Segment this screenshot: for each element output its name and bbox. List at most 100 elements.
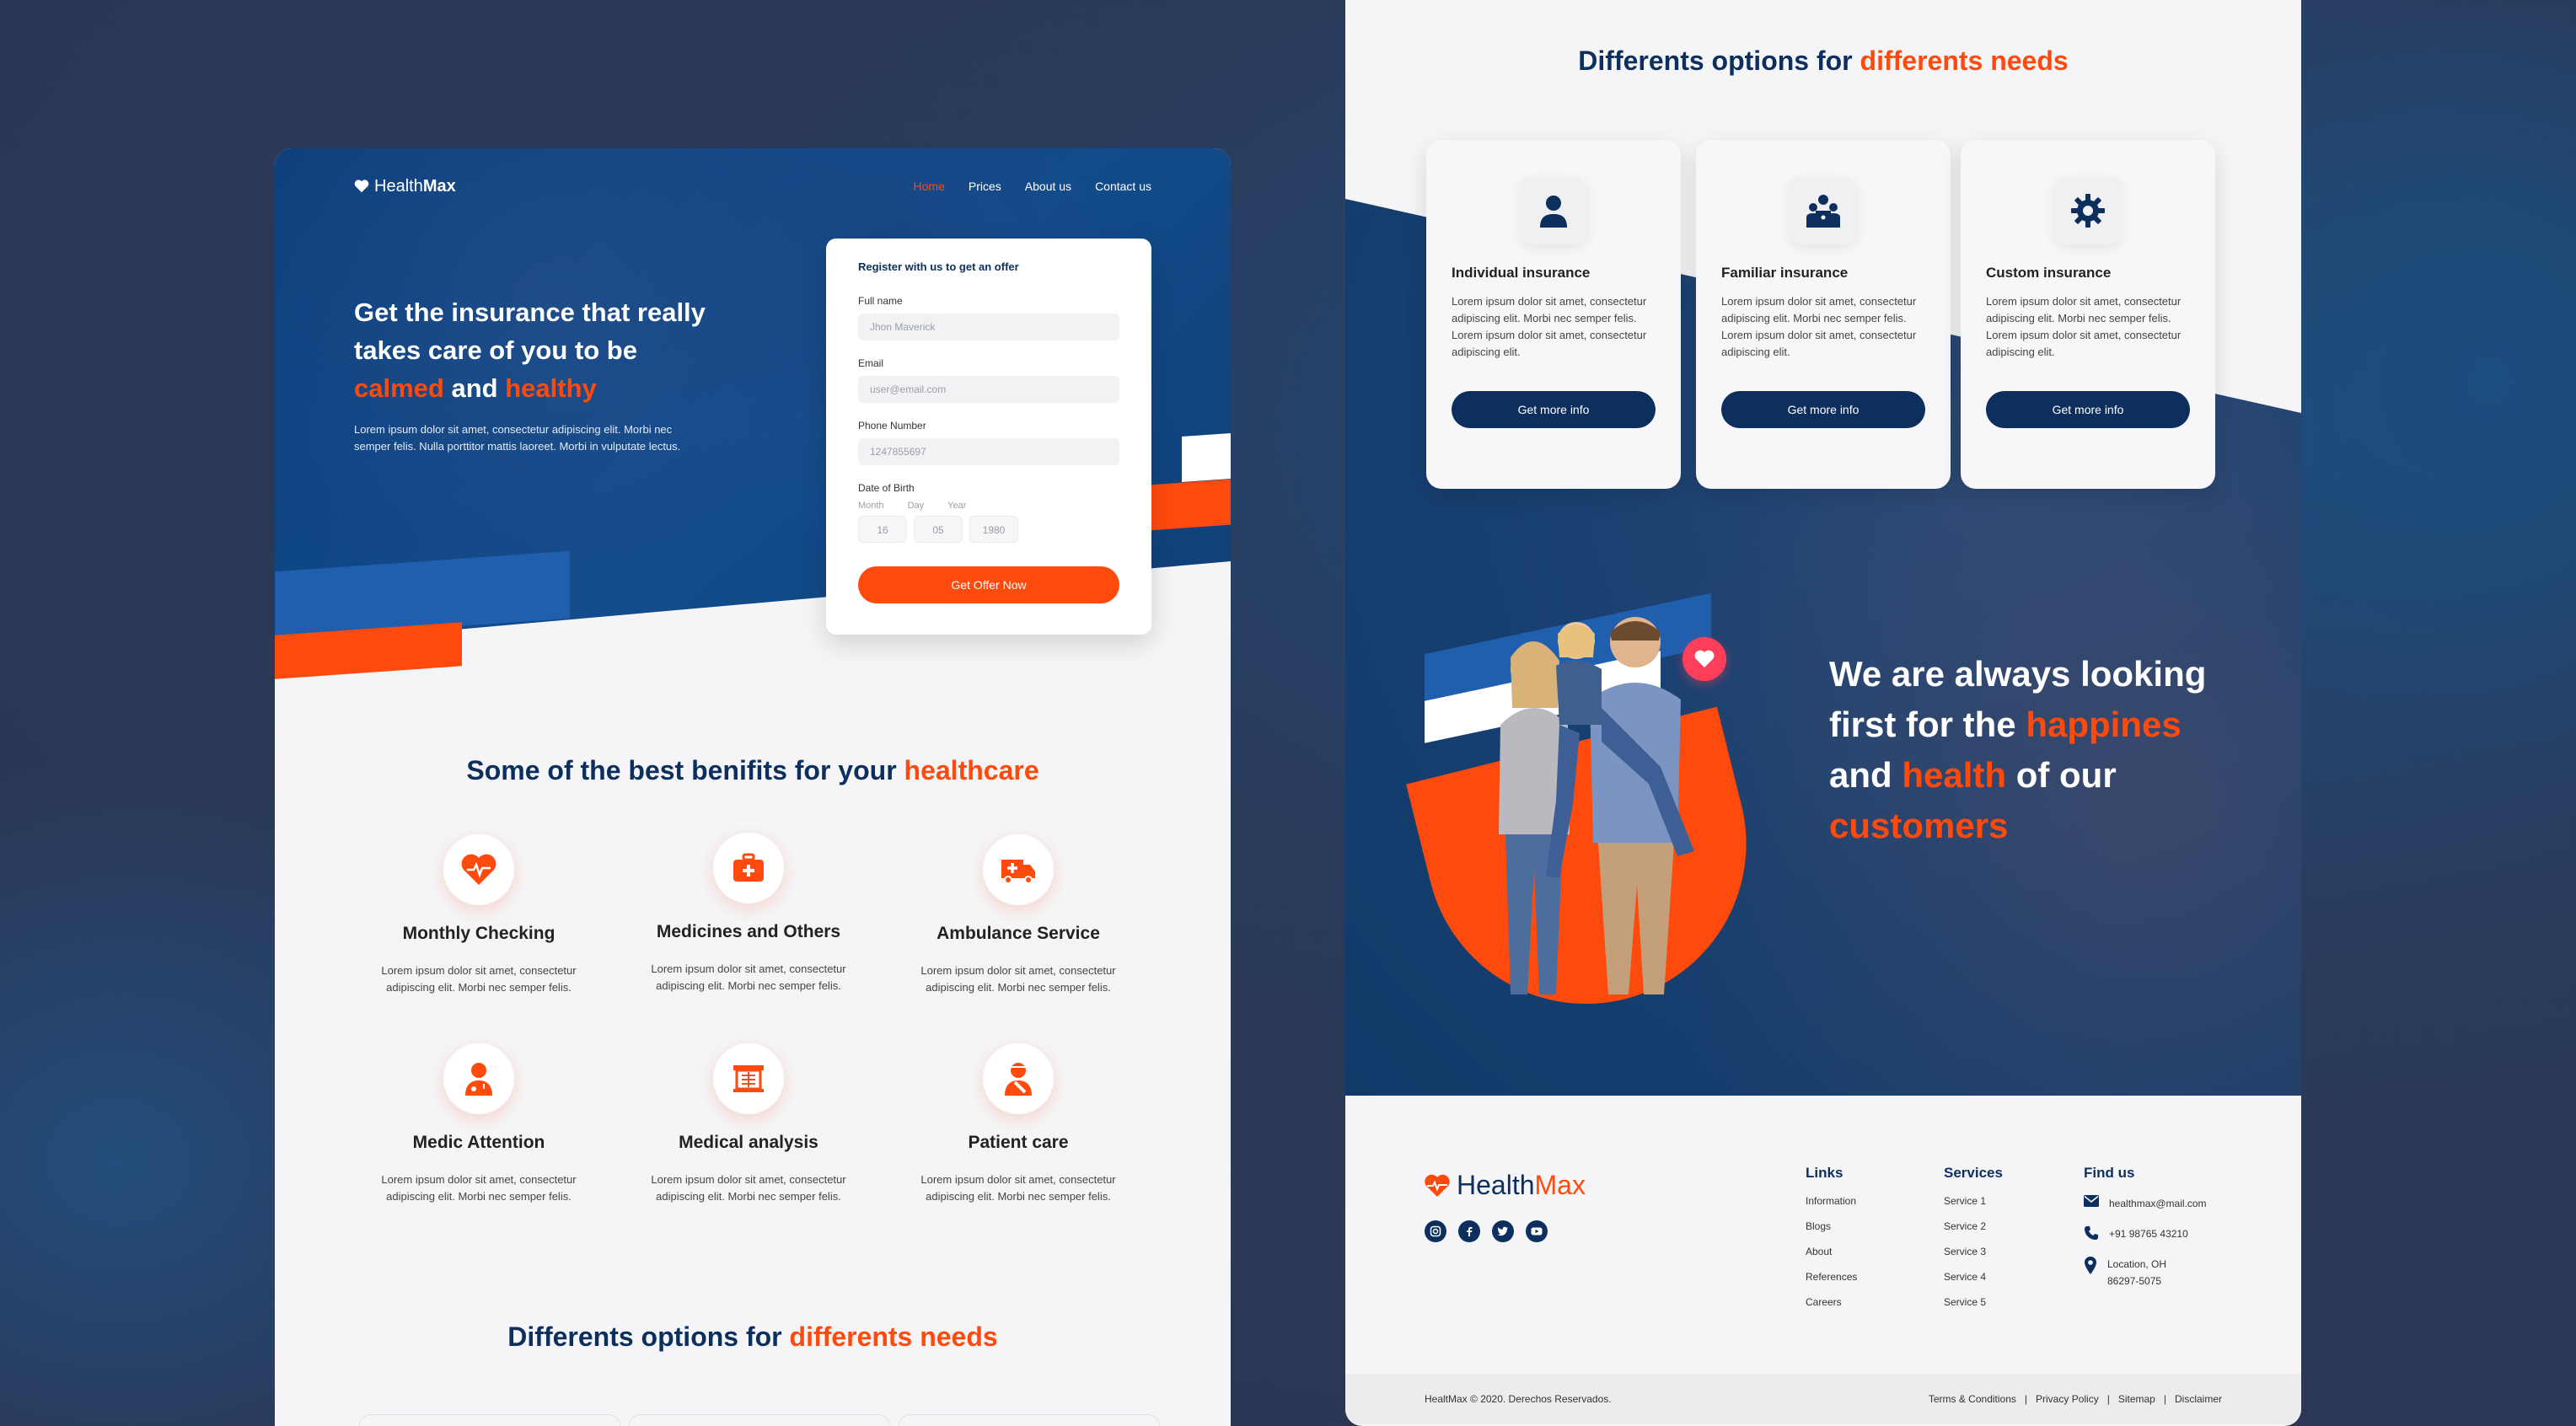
doctor-icon	[443, 1043, 514, 1114]
footer-phone[interactable]: +91 98765 43210	[2084, 1225, 2207, 1242]
nav-prices[interactable]: Prices	[969, 180, 1001, 193]
footer-links: Links Information Blogs About References…	[1806, 1165, 1857, 1308]
benefits-title-text: Some of the best benifits for your	[466, 755, 897, 785]
footer-column-title: Find us	[2084, 1165, 2135, 1181]
footer-logo-accent: Max	[1534, 1170, 1586, 1200]
footer-link[interactable]: About	[1806, 1246, 1857, 1257]
first-aid-kit-icon	[713, 833, 784, 903]
option-desc: Lorem ipsum dolor sit amet, consectetur …	[1452, 295, 1647, 358]
footer-logo[interactable]: Health Max	[1425, 1170, 1586, 1201]
dob-year-label: Year	[947, 501, 967, 511]
footer-service-link[interactable]: Service 2	[1944, 1220, 2003, 1232]
logo-text-bold: Max	[422, 176, 456, 196]
privacy-link[interactable]: Privacy Policy	[2036, 1393, 2099, 1405]
dob-label: Date of Birth	[858, 482, 915, 494]
benefit-title: Monthly Checking	[402, 924, 555, 943]
footer-column-title: Services	[1944, 1165, 2003, 1181]
mail-icon	[2084, 1195, 2099, 1207]
hero-title: Get the insurance that really takes care…	[354, 293, 759, 407]
benefit-monthly-checking: Monthly Checking Lorem ipsum dolor sit a…	[378, 834, 580, 996]
hero-title-line: Get the insurance that really	[354, 298, 706, 327]
hero-title-word: and	[451, 373, 498, 403]
benefit-desc: Lorem ipsum dolor sit amet, consectetur …	[381, 1173, 577, 1203]
footer-services: Services Service 1 Service 2 Service 3 S…	[1944, 1165, 2003, 1308]
footer-bottom-bar: HealtMax © 2020. Derechos Reservados. Te…	[1345, 1374, 2301, 1424]
footer-link[interactable]: References	[1806, 1271, 1857, 1283]
heart-badge-icon	[1682, 637, 1726, 681]
dob-month-label: Month	[858, 501, 884, 511]
benefit-patient-care: Patient care Lorem ipsum dolor sit amet,…	[917, 1043, 1119, 1205]
benefit-title: Patient care	[968, 1133, 1069, 1152]
hero-title-accent: healthy	[505, 373, 597, 403]
decor-stripe	[1182, 432, 1231, 483]
options-title-accent: differents needs	[789, 1321, 998, 1352]
benefit-title: Medic Attention	[412, 1133, 545, 1152]
hero-description: Lorem ipsum dolor sit amet, consectetur …	[354, 423, 681, 453]
youtube-icon[interactable]	[1526, 1220, 1548, 1242]
hero-title-line: takes care of you to be	[354, 335, 637, 365]
happiness-headline: We are always looking first for the happ…	[1829, 649, 2234, 851]
phone-text: +91 98765 43210	[2109, 1228, 2188, 1240]
footer-service-link[interactable]: Service 1	[1944, 1195, 2003, 1207]
benefit-ambulance: Ambulance Service Lorem ipsum dolor sit …	[917, 834, 1119, 996]
hero-title-accent: calmed	[354, 373, 444, 403]
options-title: Differents options for differents needs	[275, 1321, 1231, 1353]
legal-separator: |	[2163, 1393, 2166, 1405]
decor-stripe	[1150, 479, 1231, 531]
more-info-button[interactable]: Get more info	[1721, 391, 1925, 428]
benefit-desc: Lorem ipsum dolor sit amet, consectetur …	[920, 964, 1116, 994]
disclaimer-link[interactable]: Disclaimer	[2175, 1393, 2222, 1405]
dob-day-input[interactable]: 05	[914, 516, 963, 543]
dob-year-input[interactable]: 1980	[969, 516, 1018, 543]
option-card-peek	[359, 1414, 620, 1426]
more-info-button[interactable]: Get more info	[1986, 391, 2190, 428]
footer-email[interactable]: healthmax@mail.com	[2084, 1195, 2207, 1212]
benefits-title-accent: healthcare	[904, 755, 1039, 785]
fullname-input[interactable]: Jhon Maverick	[858, 314, 1119, 340]
patient-icon	[983, 1043, 1054, 1114]
phone-input[interactable]: 1247855697	[858, 438, 1119, 465]
twitter-icon[interactable]	[1492, 1220, 1514, 1242]
benefit-desc: Lorem ipsum dolor sit amet, consectetur …	[920, 1173, 1116, 1203]
footer-service-link[interactable]: Service 3	[1944, 1246, 2003, 1257]
logo[interactable]: Health Max	[354, 177, 456, 196]
footer-location[interactable]: Location, OH 86297-5075	[2084, 1256, 2207, 1289]
location-text: Location, OH	[2107, 1258, 2167, 1270]
dob-month-input[interactable]: 16	[858, 516, 907, 543]
register-form: Register with us to get an offer Full na…	[826, 239, 1151, 635]
logo-text-light: Health	[374, 176, 423, 196]
footer-service-link[interactable]: Service 4	[1944, 1271, 2003, 1283]
sitemap-link[interactable]: Sitemap	[2118, 1393, 2155, 1405]
facebook-icon[interactable]	[1458, 1220, 1480, 1242]
instagram-icon[interactable]	[1425, 1220, 1446, 1242]
nav-contact[interactable]: Contact us	[1095, 180, 1151, 193]
benefit-medicines: Medicines and Others Lorem ipsum dolor s…	[647, 833, 850, 994]
email-input[interactable]: user@email.com	[858, 376, 1119, 403]
heart-pulse-icon	[443, 834, 514, 905]
options-title-text: Differents options for	[507, 1321, 782, 1352]
get-offer-button[interactable]: Get Offer Now	[858, 566, 1119, 603]
footer-link[interactable]: Information	[1806, 1195, 1857, 1207]
legal-separator: |	[2106, 1393, 2110, 1405]
nav-home[interactable]: Home	[914, 180, 945, 193]
footer-service-link[interactable]: Service 5	[1944, 1296, 2003, 1308]
heart-logo-icon	[354, 180, 369, 193]
footer-link[interactable]: Careers	[1806, 1296, 1857, 1308]
footer-link[interactable]: Blogs	[1806, 1220, 1857, 1232]
form-title: Register with us to get an offer	[858, 260, 1019, 273]
fullname-label: Full name	[858, 295, 903, 307]
benefits-title: Some of the best benifits for your healt…	[275, 755, 1231, 786]
benefit-medic-attention: Medic Attention Lorem ipsum dolor sit am…	[378, 1043, 580, 1205]
options-title-text: Differents options for	[1578, 46, 1853, 76]
options-title-accent: differents needs	[1860, 46, 2069, 76]
benefit-desc: Lorem ipsum dolor sit amet, consectetur …	[381, 964, 577, 994]
nav-about[interactable]: About us	[1025, 180, 1071, 193]
more-info-button[interactable]: Get more info	[1452, 391, 1656, 428]
landing-page-preview-left: Health Max Home Prices About us Contact u…	[275, 148, 1231, 1426]
footer-logo-text: Health	[1457, 1170, 1535, 1200]
footer-find-us: Find us healthmax@mail.com +91 98765 432…	[2084, 1165, 2207, 1289]
xray-icon	[713, 1043, 784, 1114]
terms-link[interactable]: Terms & Conditions	[1929, 1393, 2016, 1405]
option-card-peek	[899, 1414, 1160, 1426]
headline-accent: happines	[2026, 705, 2182, 744]
